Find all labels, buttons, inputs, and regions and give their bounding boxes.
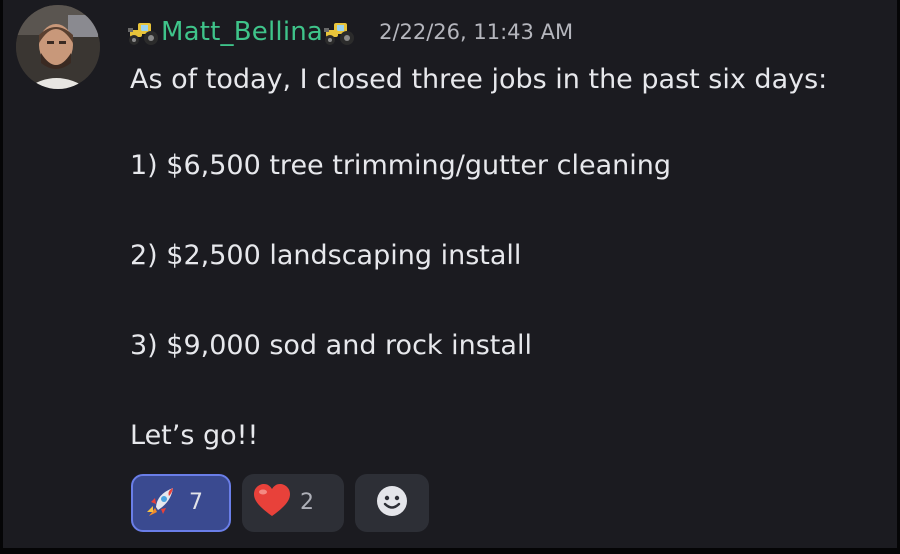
- add-reaction-button[interactable]: [355, 474, 429, 532]
- tractor-icon: [323, 17, 357, 47]
- message-line-job-3: 3) $9,000 sod and rock install: [130, 330, 532, 361]
- reaction-heart[interactable]: 2: [242, 474, 344, 532]
- message-header: Matt_Bellina 2/22/26, 11:43 AM: [127, 12, 573, 52]
- reaction-rocket[interactable]: 7: [131, 474, 231, 532]
- smiley-icon: [376, 485, 408, 521]
- message-line-job-2: 2) $2,500 landscaping install: [130, 240, 522, 271]
- message-line-intro: As of today, I closed three jobs in the …: [130, 64, 828, 95]
- message-timestamp[interactable]: 2/22/26, 11:43 AM: [379, 12, 573, 52]
- message-line-job-1: 1) $6,500 tree trimming/gutter cleaning: [130, 150, 671, 181]
- message-line-closing: Let’s go!!: [130, 420, 259, 451]
- reactions-bar: 7 2: [131, 473, 429, 533]
- reaction-heart-count: 2: [300, 490, 314, 515]
- tractor-icon: [127, 17, 161, 47]
- message-panel: Matt_Bellina 2/22/26, 11:43 AM As of tod…: [0, 0, 900, 554]
- rocket-icon: [143, 482, 181, 524]
- heart-icon: [252, 482, 292, 524]
- reaction-rocket-count: 7: [189, 490, 203, 515]
- author-name[interactable]: Matt_Bellina: [161, 12, 323, 52]
- avatar[interactable]: [16, 5, 100, 89]
